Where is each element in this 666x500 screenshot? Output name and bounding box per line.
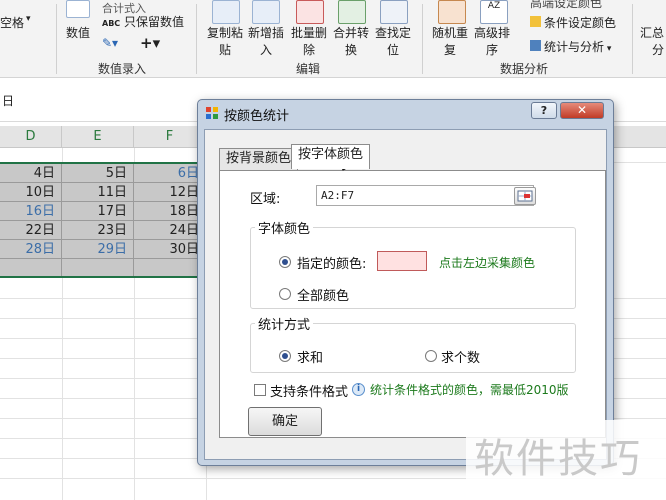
info-icon: i bbox=[352, 383, 365, 396]
numeric-button[interactable]: 数值 bbox=[66, 24, 90, 41]
font-color-tab-panel: 区域: A2:F7 字体颜色 指定的颜色: 点击左边采集颜色 全部颜色 统计方式… bbox=[219, 170, 606, 438]
find-locate-label-2: 位 bbox=[387, 43, 400, 57]
copy-paste-label-2: 贴 bbox=[219, 43, 232, 57]
advanced-sort-button[interactable]: 高级排序 bbox=[474, 24, 510, 58]
find-locate-icon[interactable] bbox=[380, 0, 408, 24]
group-separator bbox=[422, 4, 423, 74]
dialog-client: 按背景颜色 按字体颜色 区域: A2:F7 字体颜色 指定的颜色: 点击左边采集… bbox=[204, 129, 607, 460]
range-label: 区域: bbox=[250, 192, 281, 207]
merge-convert-label-2: 换 bbox=[345, 43, 358, 57]
sort-az-icon[interactable]: AZ bbox=[480, 0, 508, 24]
summary-button[interactable]: 汇总分 bbox=[640, 24, 664, 58]
sum-radio[interactable] bbox=[279, 350, 291, 362]
count-label[interactable]: 求个数 bbox=[441, 347, 480, 366]
group-label-data-analysis: 数据分析 bbox=[500, 62, 549, 76]
merge-convert-button[interactable]: 合并转换 bbox=[333, 24, 369, 58]
column-header-d[interactable]: D bbox=[0, 126, 62, 148]
range-picker-button[interactable] bbox=[514, 187, 536, 205]
add-insert-label: 新增插 bbox=[248, 26, 285, 40]
copy-paste-button[interactable]: 复制粘贴 bbox=[207, 24, 243, 58]
dropdown-caret-icon[interactable]: ▾ bbox=[26, 14, 31, 24]
selection-border bbox=[0, 162, 205, 278]
group-separator bbox=[632, 4, 633, 74]
random-repeat-label: 随机重 bbox=[432, 26, 469, 40]
conditional-format-hint: 统计条件格式的颜色，需最低2010版 bbox=[370, 383, 569, 397]
conditional-set-color-button[interactable]: 条件设定颜色 bbox=[530, 14, 616, 31]
edit-pen-icon[interactable]: ✎▾ bbox=[102, 36, 118, 50]
dialog-title: 按颜色统计 bbox=[224, 109, 290, 124]
find-locate-label: 查找定 bbox=[375, 26, 412, 40]
all-colors-radio[interactable] bbox=[279, 288, 291, 300]
copy-paste-icon[interactable] bbox=[212, 0, 240, 24]
merge-convert-icon[interactable] bbox=[338, 0, 366, 24]
merge-convert-label: 合并转 bbox=[333, 26, 370, 40]
watermark-text: 软件技巧 bbox=[474, 436, 642, 482]
sum-label[interactable]: 求和 bbox=[297, 347, 323, 366]
add-insert-button[interactable]: 新增插入 bbox=[248, 24, 284, 58]
support-conditional-checkbox[interactable] bbox=[254, 384, 266, 396]
stats-analysis-label: 统计与分析 bbox=[544, 40, 605, 54]
tab-font-color[interactable]: 按字体颜色 bbox=[291, 144, 371, 169]
keep-numbers-button[interactable]: ABC 只保留数值 bbox=[102, 13, 184, 30]
group-label-value-entry: 数值录入 bbox=[98, 62, 147, 76]
group-separator bbox=[56, 4, 57, 74]
color-stats-dialog: 按颜色统计 ? ✕ 按背景颜色 按字体颜色 区域: A2:F7 字体颜色 指定的… bbox=[197, 99, 614, 466]
batch-delete-label-2: 除 bbox=[303, 43, 316, 57]
add-insert-icon[interactable] bbox=[252, 0, 280, 24]
watermark: 软件技巧 bbox=[466, 420, 666, 500]
ribbon: 空格 ▾ 数值 合计式入 ABC 只保留数值 ✎▾ +▾ 数值录入 复制粘贴 新… bbox=[0, 0, 666, 78]
dropdown-caret-icon: ▾ bbox=[604, 44, 612, 54]
group-separator bbox=[196, 4, 197, 74]
font-color-group-title: 字体颜色 bbox=[255, 218, 314, 237]
find-locate-button[interactable]: 查找定位 bbox=[375, 24, 411, 58]
all-colors-label[interactable]: 全部颜色 bbox=[297, 285, 349, 304]
help-button[interactable]: ? bbox=[531, 102, 557, 119]
plus-icon[interactable]: +▾ bbox=[140, 34, 160, 52]
range-picker-icon bbox=[517, 190, 533, 202]
formula-bar-text[interactable]: 日 bbox=[2, 92, 14, 109]
app-icon bbox=[206, 107, 218, 119]
ok-button[interactable]: 确定 bbox=[248, 407, 322, 436]
random-repeat-button[interactable]: 随机重复 bbox=[432, 24, 468, 58]
add-insert-label-2: 入 bbox=[260, 43, 273, 57]
support-conditional-label[interactable]: 支持条件格式 bbox=[270, 381, 348, 400]
count-radio[interactable] bbox=[425, 350, 437, 362]
numeric-icon[interactable] bbox=[66, 0, 90, 18]
ribbon-left-partial[interactable]: 空格 bbox=[0, 14, 24, 31]
color-icon bbox=[530, 16, 541, 27]
summary-label: 汇总 bbox=[640, 26, 665, 40]
column-header-f[interactable]: F bbox=[134, 126, 206, 148]
font-color-groupbox: 字体颜色 指定的颜色: 点击左边采集颜色 全部颜色 bbox=[250, 218, 576, 309]
dialog-titlebar[interactable]: 按颜色统计 ? ✕ bbox=[198, 100, 613, 126]
specified-color-radio[interactable] bbox=[279, 256, 291, 268]
stat-mode-group-title: 统计方式 bbox=[255, 314, 314, 333]
batch-delete-icon[interactable] bbox=[296, 0, 324, 24]
random-repeat-icon[interactable] bbox=[438, 0, 466, 24]
conditional-set-color-label: 条件设定颜色 bbox=[544, 16, 617, 30]
stats-icon bbox=[530, 40, 541, 51]
copy-paste-label: 复制粘 bbox=[207, 26, 244, 40]
abc-icon: ABC bbox=[102, 19, 121, 28]
column-header-e[interactable]: E bbox=[62, 126, 134, 148]
summary-label-2: 分 bbox=[652, 43, 665, 57]
range-input[interactable]: A2:F7 bbox=[316, 185, 534, 206]
random-repeat-label-2: 复 bbox=[444, 43, 457, 57]
close-button[interactable]: ✕ bbox=[560, 102, 604, 119]
batch-delete-label: 批量删 bbox=[291, 26, 328, 40]
advanced-sort-label: 高级排 bbox=[474, 26, 511, 40]
group-label-edit: 编辑 bbox=[296, 62, 321, 76]
color-swatch[interactable] bbox=[377, 251, 427, 271]
advanced-sort-label-2: 序 bbox=[486, 43, 499, 57]
highlight-repeat-button[interactable]: 高端设定颜色 bbox=[530, 0, 602, 11]
stat-mode-groupbox: 统计方式 求和 求个数 bbox=[250, 314, 576, 373]
pick-color-hint: 点击左边采集颜色 bbox=[439, 256, 536, 270]
keep-numbers-label: 只保留数值 bbox=[124, 15, 185, 29]
stats-analysis-button[interactable]: 统计与分析 ▾ bbox=[530, 38, 611, 55]
batch-delete-button[interactable]: 批量删除 bbox=[291, 24, 327, 58]
tab-background-color[interactable]: 按背景颜色 bbox=[219, 148, 299, 170]
specified-color-label[interactable]: 指定的颜色: bbox=[297, 253, 366, 272]
